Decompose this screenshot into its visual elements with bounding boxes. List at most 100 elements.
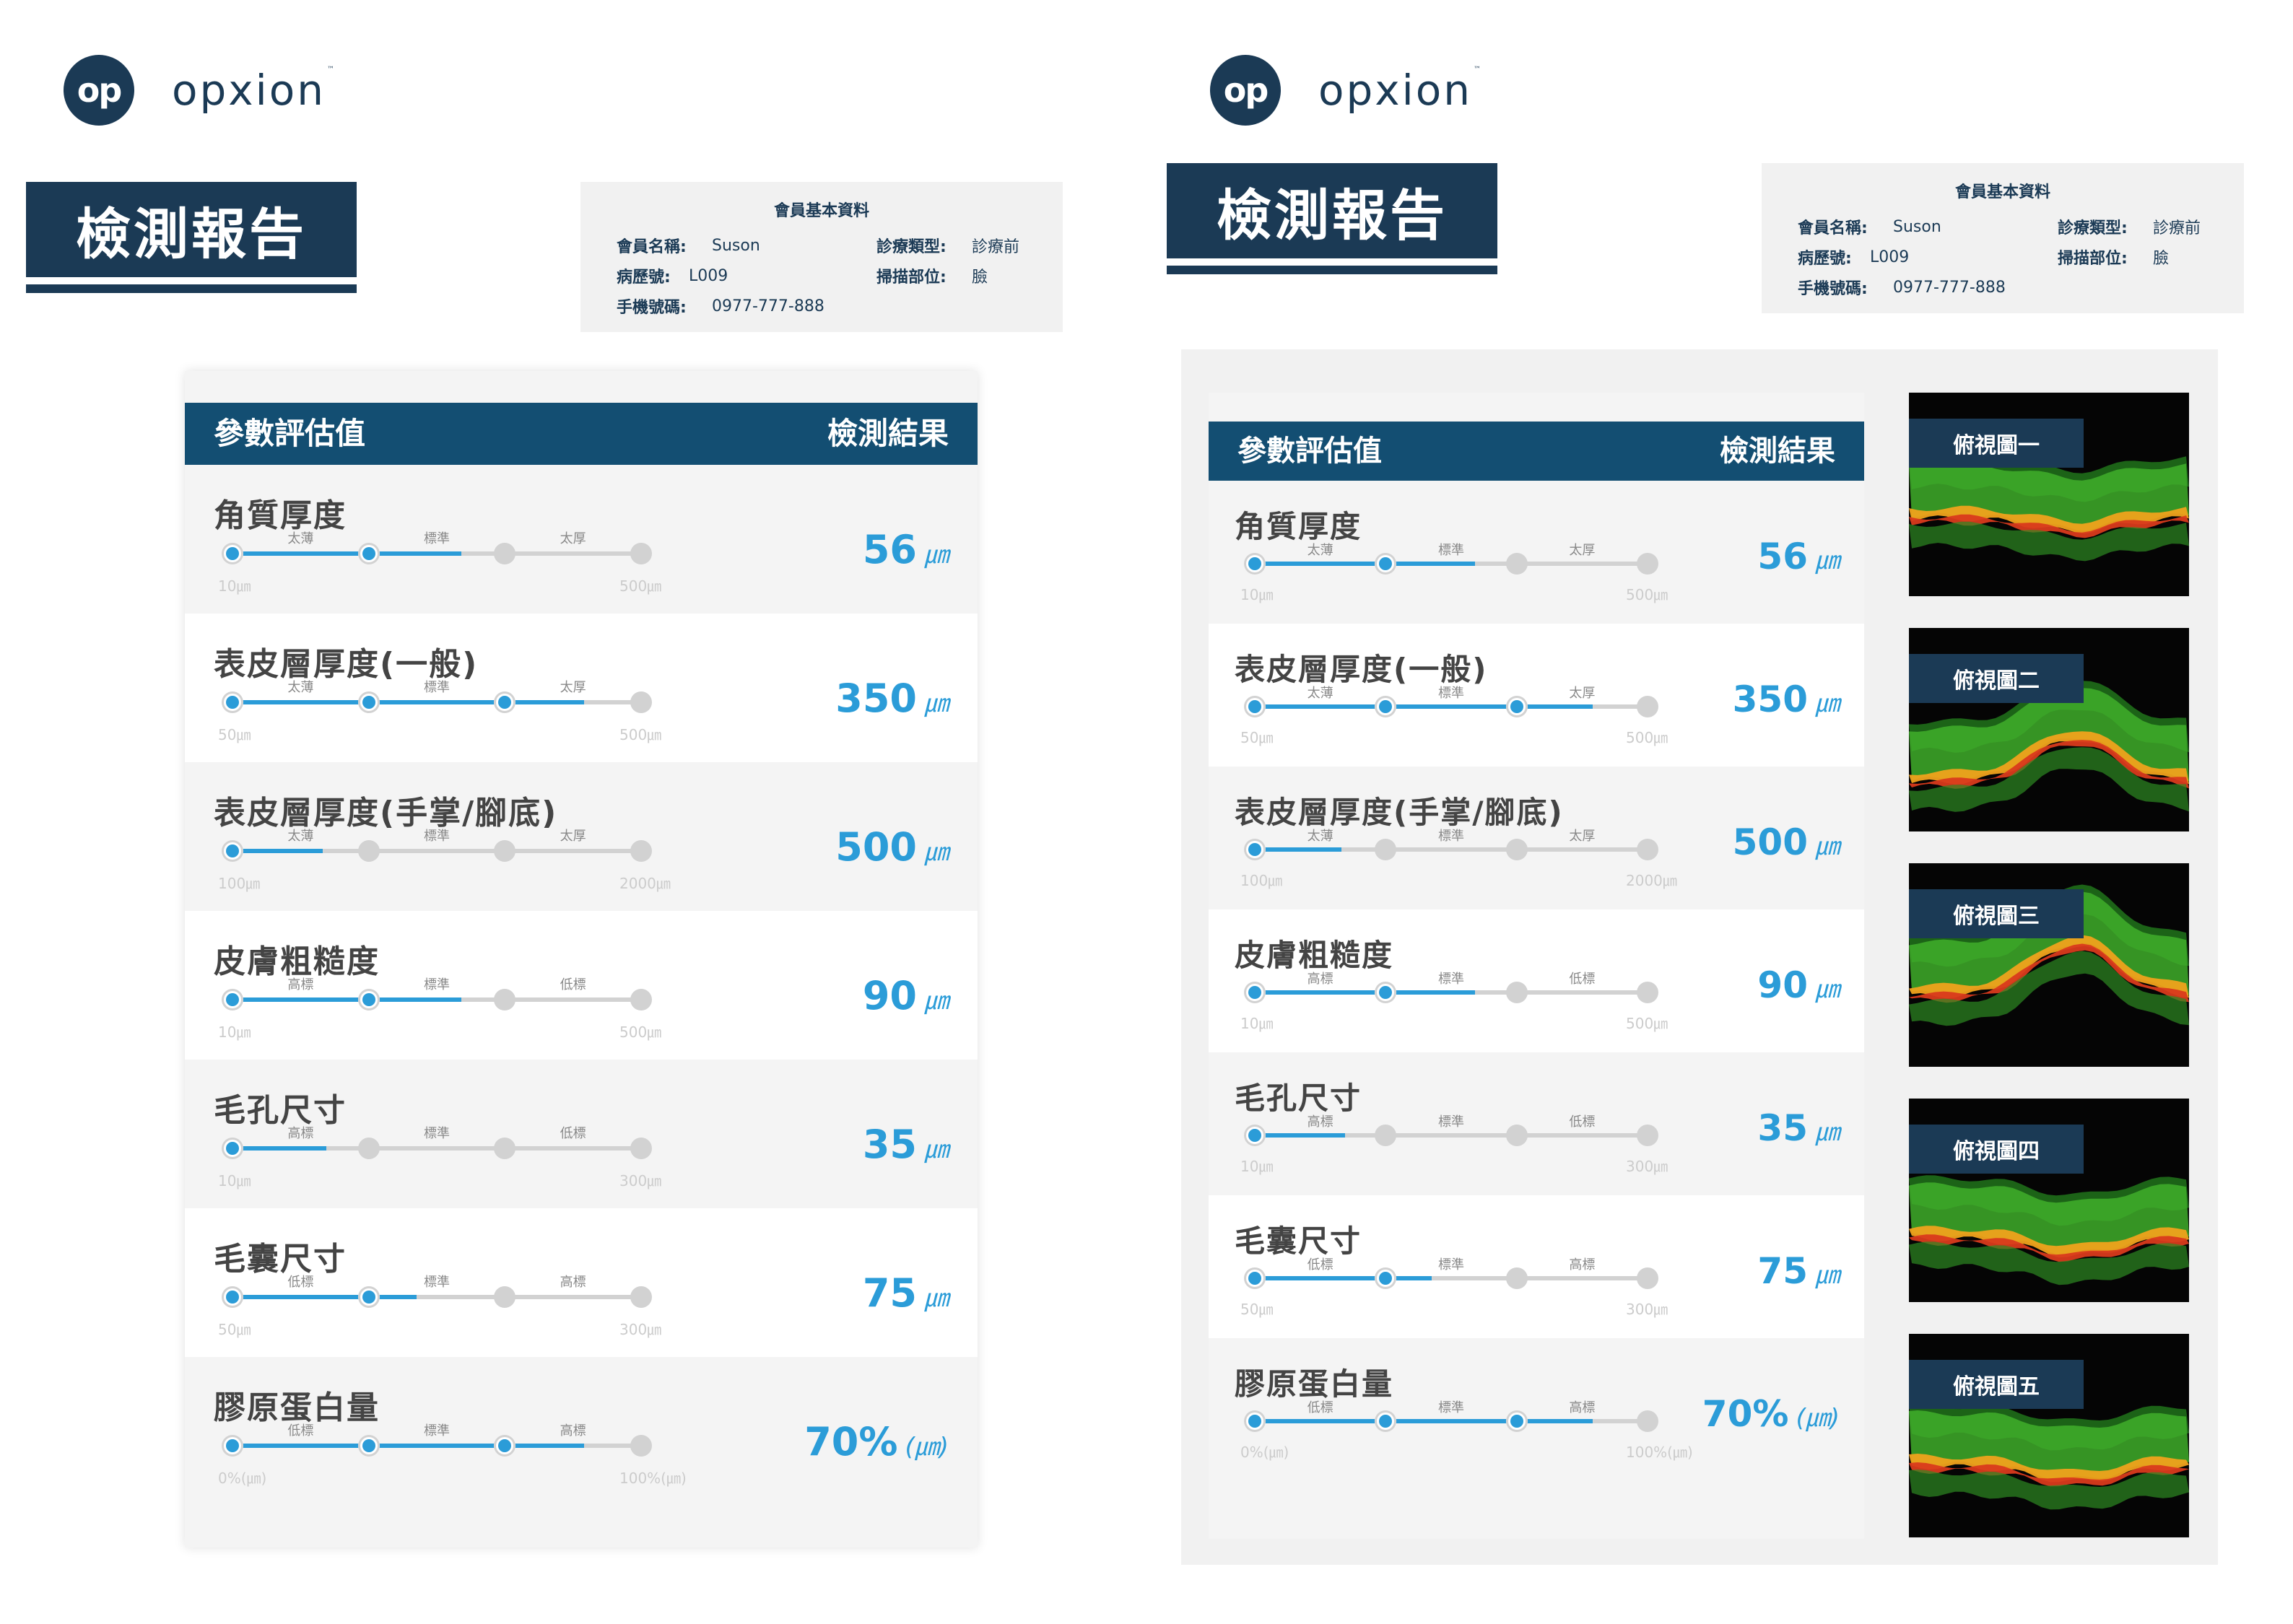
brand-logo[interactable]: op opxion ™	[64, 55, 336, 126]
scale-dot-active	[357, 989, 380, 1010]
scale-dot	[357, 1138, 380, 1159]
scale-dot	[494, 543, 516, 564]
scale-tick-label: 標準	[1438, 1257, 1464, 1272]
scale-tick-label: 低標	[287, 1423, 314, 1439]
scale-dot	[630, 1138, 652, 1159]
member-type-row: 診療類型: 診療前	[2058, 219, 2201, 237]
scale-min-label: 0%(㎛)	[218, 1470, 267, 1487]
scale-tick-label: 標準	[1438, 1400, 1464, 1415]
scale-max-label: 500㎛	[1626, 586, 1668, 603]
result-number: 500	[1732, 821, 1808, 863]
scale-dot	[357, 840, 380, 862]
scale-dot-active	[222, 1435, 243, 1457]
scale-dot	[494, 1286, 516, 1308]
scale-dot-active	[222, 691, 243, 713]
scale-dot	[1637, 1267, 1658, 1289]
scale-dot	[1505, 839, 1528, 860]
scale-tick-label: 高標	[1307, 1114, 1333, 1130]
op-logo-icon: op	[1210, 55, 1281, 126]
result-unit: ㎛	[1815, 1118, 1840, 1147]
scale-dot	[1637, 1410, 1658, 1432]
scale-tick-label: 太厚	[1569, 686, 1596, 701]
scale-track	[1244, 553, 1658, 575]
scale-track	[1244, 982, 1658, 1003]
scale-tick-label: 標準	[424, 1423, 450, 1439]
scale-tick-label: 太薄	[287, 680, 314, 695]
oct-view-image[interactable]: 俯視圖一	[1909, 393, 2189, 596]
result-unit: ㎛	[1815, 1261, 1840, 1290]
scale-track	[222, 989, 652, 1010]
scale-tick-label: 低標	[560, 977, 586, 992]
scale-fill	[232, 849, 323, 853]
oct-view-label: 俯視圖四	[1909, 1125, 2084, 1174]
scale-min-label: 50㎛	[1240, 1301, 1274, 1318]
result-unit: ㎛	[924, 987, 949, 1016]
scale-dot-active	[357, 691, 380, 713]
parameter-row: 角質厚度 太薄 標準 太厚 10㎛ 500㎛ 56 ㎛	[1209, 481, 1864, 624]
oct-view-image[interactable]: 俯視圖四	[1909, 1099, 2189, 1302]
result-unit: ㎛	[1815, 689, 1840, 718]
scale-fill	[1255, 847, 1341, 852]
result-unit: (㎛)	[905, 1433, 949, 1462]
scale-tick-label: 標準	[1438, 543, 1464, 558]
results-panel: 參數評估值 檢測結果 角質厚度 太薄 標準 太厚 10㎛ 500㎛ 56 ㎛表皮層厚度(一般)…	[185, 371, 978, 1547]
scale-min-label: 10㎛	[1240, 1158, 1274, 1175]
result-unit: (㎛)	[1796, 1404, 1840, 1433]
result-number: 35	[862, 1122, 917, 1167]
scale-tick-label: 標準	[424, 531, 450, 546]
brand-name: opxion ™	[172, 66, 336, 115]
op-logo-icon: op	[64, 55, 134, 126]
member-type-row: 診療類型: 診療前	[876, 238, 1020, 256]
scale-track	[222, 1435, 652, 1457]
parameter-row: 毛孔尺寸 高標 標準 低標 10㎛ 300㎛ 35 ㎛	[1209, 1052, 1864, 1195]
report-page-right: op opxion ™ 檢測報告 會員基本資料 會員名稱: Suson 病歷號: L0…	[1146, 0, 2293, 1624]
result-value: 35 ㎛	[1757, 1107, 1840, 1149]
scale-max-label: 500㎛	[619, 1023, 662, 1041]
parameter-row: 膠原蛋白量 低標 標準 高標 0%(㎛) 100%(㎛) 70% (㎛)	[1209, 1338, 1864, 1481]
scale-dot-active	[1244, 1410, 1266, 1432]
scale-track	[1244, 1410, 1658, 1432]
scale-dot-active	[1375, 982, 1397, 1003]
title-divider	[1167, 266, 1497, 274]
oct-view-image[interactable]: 俯視圖三	[1909, 863, 2189, 1067]
member-info-card: 會員基本資料 會員名稱: Suson 病歷號: L009 手機號碼: 0977-777…	[580, 182, 1063, 332]
scale-tick-label: 標準	[1438, 686, 1464, 701]
brand-logo[interactable]: op opxion ™	[1210, 55, 1483, 126]
scale-dot-active	[1505, 696, 1528, 717]
scale-max-label: 500㎛	[619, 726, 662, 743]
scale-dot	[494, 840, 516, 862]
member-record-row: 病歷號: L009	[617, 266, 728, 287]
scale-max-label: 2000㎛	[1626, 872, 1677, 889]
oct-view-label: 俯視圖二	[1909, 654, 2084, 703]
member-info-heading: 會員基本資料	[1954, 183, 2050, 201]
scale-dot-active	[222, 840, 243, 862]
scale-min-label: 100㎛	[218, 875, 261, 892]
scale-dot-active	[494, 1435, 516, 1457]
scale-dot-active	[222, 1138, 243, 1159]
scale-dot-active	[357, 1435, 380, 1457]
header-parameters: 參數評估值	[1237, 435, 1382, 468]
oct-view-image[interactable]: 俯視圖五	[1909, 1334, 2189, 1537]
scale-tick-label: 太薄	[1307, 543, 1333, 558]
report-page-left: op opxion ™ 檢測報告 會員基本資料 會員名稱: Suson 病歷號: L0…	[0, 0, 1146, 1624]
result-unit: ㎛	[1815, 832, 1840, 861]
scale-tick-label: 太薄	[1307, 829, 1333, 844]
scale-tick-label: 標準	[1438, 1114, 1464, 1130]
scale-min-label: 50㎛	[1240, 729, 1274, 746]
scale-dot-active	[1244, 553, 1266, 575]
scale-dot	[630, 691, 652, 713]
scale-dot	[1637, 839, 1658, 860]
result-unit: ㎛	[924, 838, 949, 867]
scale-tick-label: 太厚	[560, 680, 586, 695]
scale-tick-label: 低標	[1307, 1400, 1333, 1415]
scale-tick-label: 標準	[424, 829, 450, 844]
oct-view-image[interactable]: 俯視圖二	[1909, 628, 2189, 831]
member-phone-row: 手機號碼: 0977-777-888	[617, 297, 824, 318]
result-number: 500	[835, 824, 917, 870]
scale-tick-label: 標準	[1438, 972, 1464, 987]
scale-min-label: 10㎛	[1240, 1015, 1274, 1032]
scale-fill	[232, 1295, 417, 1299]
result-number: 35	[1757, 1107, 1808, 1149]
scale-tick-label: 太厚	[560, 829, 586, 844]
result-unit: ㎛	[924, 1284, 949, 1313]
